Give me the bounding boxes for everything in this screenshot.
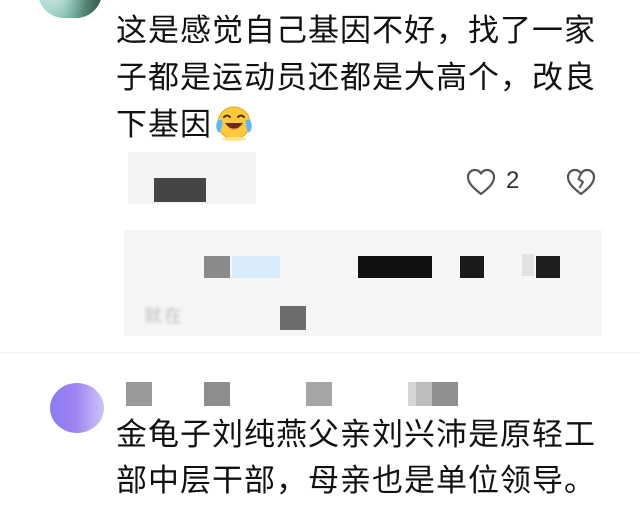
redaction-block — [306, 382, 332, 406]
comment-line: 这是感觉自己基因不好，找了一家 — [116, 13, 596, 49]
redaction-block — [522, 254, 534, 276]
comment-text: 金龟子刘纯燕父亲刘兴沛是原轻工 部中层干部，母亲也是单位领导。 — [116, 412, 626, 504]
redaction-block — [280, 306, 306, 330]
redaction-block — [204, 382, 230, 406]
redaction-block — [408, 382, 416, 406]
comment-text: 这是感觉自己基因不好，找了一家 子都是运动员还都是大高个，改良 下基因 — [116, 8, 616, 149]
redaction-block — [358, 256, 432, 278]
avatar[interactable] — [38, 0, 102, 18]
redaction-block — [232, 256, 280, 278]
comment-line: 金龟子刘纯燕父亲刘兴沛是原轻工 — [116, 417, 596, 453]
divider — [0, 352, 640, 353]
redaction-block — [460, 256, 484, 278]
redaction-block — [432, 382, 458, 406]
avatar[interactable] — [50, 383, 104, 433]
redacted-username — [126, 382, 466, 408]
redaction-block — [536, 256, 560, 278]
comment-line: 部中层干部，母亲也是单位领导。 — [116, 463, 596, 499]
redacted-meta — [128, 152, 256, 204]
redaction-block — [126, 382, 152, 406]
redaction-block — [204, 256, 230, 278]
laughing-crying-emoji-icon — [216, 106, 252, 141]
reply-preview-text: 就在 — [144, 306, 184, 327]
broken-heart-icon[interactable] — [566, 168, 596, 196]
comment-line: 下基因 — [116, 102, 616, 149]
comment-line: 子都是运动员还都是大高个，改良 — [116, 60, 596, 96]
comment-line-text: 下基因 — [116, 107, 212, 143]
reply-preview[interactable]: 就在 — [124, 230, 602, 336]
redaction-block — [416, 382, 432, 406]
like-count: 2 — [506, 167, 520, 194]
heart-outline-icon[interactable] — [466, 168, 496, 196]
redaction-block — [154, 178, 206, 202]
